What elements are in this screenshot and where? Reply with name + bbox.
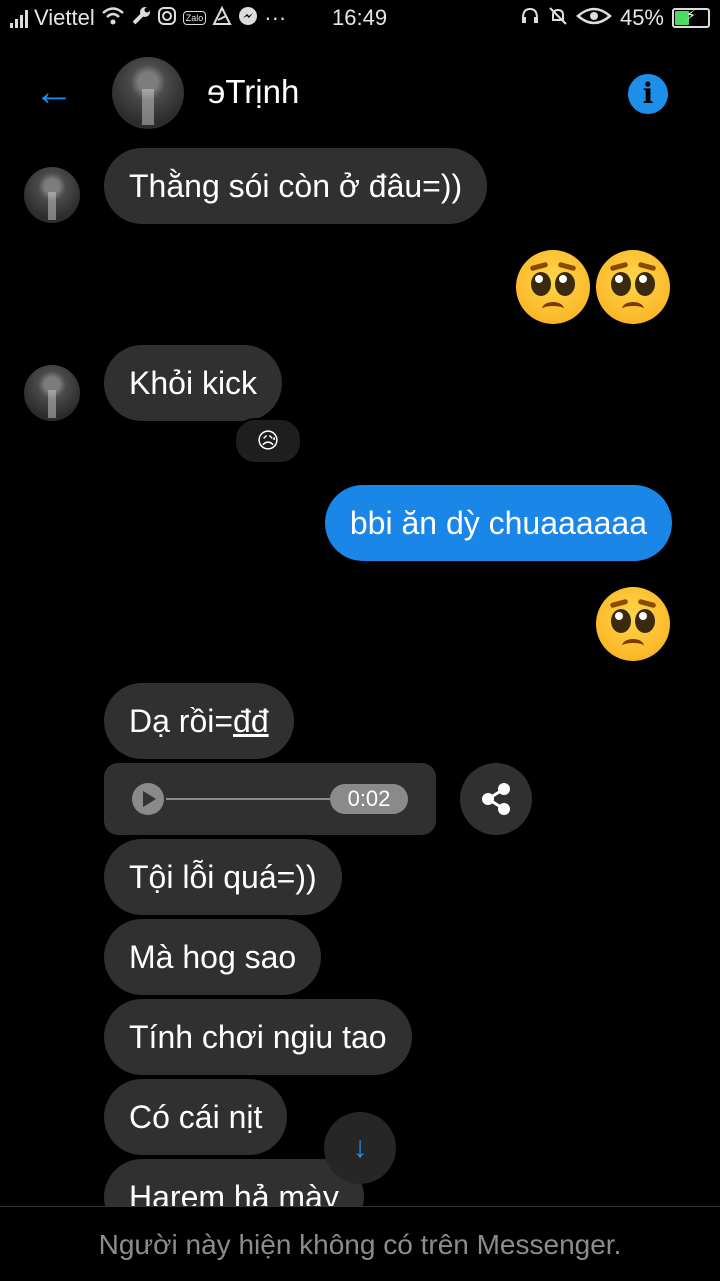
play-icon[interactable] [132,783,164,815]
eye-comfort-icon [576,6,612,31]
instagram-icon [157,6,177,31]
composer-unavailable-bar: Người này hiện không có trên Messenger. [0,1206,720,1281]
message-bubble-outgoing[interactable]: bbi ăn dỳ chuaaaaaa [324,485,672,561]
message-bubble-incoming[interactable]: Tính chơi ngiu tao [104,999,412,1075]
pleading-face-emoji-icon[interactable] [596,250,670,324]
message-text: Dạ rồi= [129,703,234,739]
headset-icon [520,6,540,31]
battery-icon: ⚡ [672,7,710,28]
wifi-icon [101,6,125,31]
sender-avatar[interactable] [24,167,80,223]
conversation-header: ← ɘTrịnh i [0,50,720,140]
message-text-underlined: đđ [233,703,269,739]
status-bar: Viettel Zalo ··· 16:49 45% ⚡ [0,0,720,36]
sender-avatar[interactable] [24,365,80,421]
audio-duration: 0:02 [330,784,408,814]
app-notification-icon [212,5,232,31]
share-icon[interactable] [460,763,532,835]
carrier-name: Viettel [34,5,95,30]
message-bubble-incoming[interactable]: Có cái nịt [104,1079,288,1155]
mute-bell-icon [548,6,568,31]
message-bubble-incoming[interactable]: Dạ rồi=đđ [104,683,294,759]
voice-message[interactable]: 0:02 [104,763,436,835]
wrench-icon [131,6,151,31]
zalo-icon: Zalo [182,11,207,25]
contact-avatar[interactable] [112,57,184,129]
pleading-face-emoji-icon[interactable] [596,587,670,661]
message-bubble-incoming[interactable]: Mà hog sao [104,919,322,995]
scroll-down-arrow-icon[interactable]: ↓ [324,1112,396,1184]
info-icon[interactable]: i [628,74,668,114]
audio-progress-track[interactable] [166,798,336,800]
messenger-icon [238,6,258,31]
signal-icon [10,8,28,28]
more-notifications-icon: ··· [264,5,287,30]
pleading-face-emoji-icon[interactable] [516,250,590,324]
message-bubble-incoming[interactable]: Thằng sói còn ở đâu=)) [104,148,488,224]
message-bubble-incoming[interactable]: Tội lỗi quá=)) [104,839,342,915]
status-right: 45% ⚡ [520,5,710,31]
reaction-sad-emoji-icon[interactable]: 😥 [234,418,302,464]
status-left: Viettel Zalo ··· [10,5,286,31]
battery-percent: 45% [619,5,664,30]
back-arrow-icon[interactable]: ← [34,72,78,114]
message-bubble-incoming[interactable]: Khỏi kick [104,345,283,421]
contact-name[interactable]: ɘTrịnh [207,73,299,111]
unavailable-notice: Người này hiện không có trên Messenger. [98,1229,622,1260]
clock: 16:49 [332,5,388,30]
